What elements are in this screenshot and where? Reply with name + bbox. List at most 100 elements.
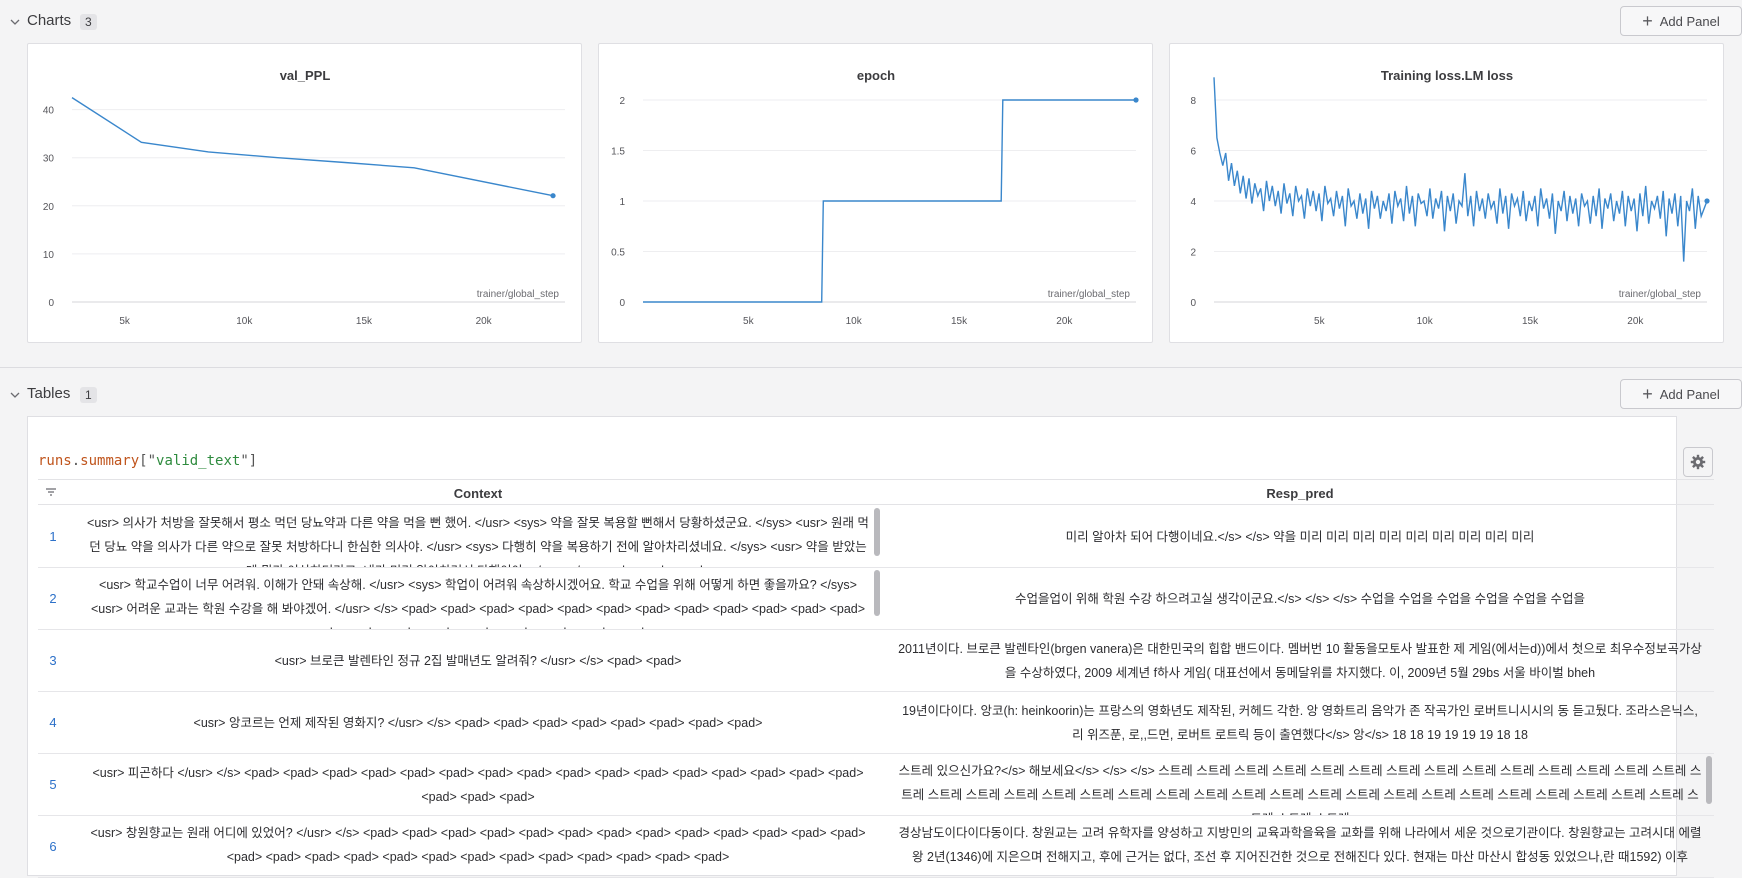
x-tick-label: 10k: [846, 316, 863, 327]
x-tick-label: 15k: [1522, 316, 1539, 327]
row-number[interactable]: 6: [38, 839, 68, 854]
table-row[interactable]: 4 <usr> 앙코르는 언제 제작된 영화지? </usr> </s> <pa…: [38, 692, 1714, 754]
query-bracket-close: "]: [240, 453, 258, 469]
x-tick-label: 20k: [1056, 316, 1073, 327]
y-tick-label: 30: [43, 154, 55, 165]
table-row[interactable]: 3 <usr> 브로큰 발렌타인 정규 2집 발매년도 알려줘? </usr> …: [38, 630, 1714, 692]
context-text: <usr> 브로큰 발렌타인 정규 2집 발매년도 알려줘? </usr> </…: [274, 653, 682, 668]
query-object: runs: [38, 453, 72, 469]
table-settings-button[interactable]: [1683, 447, 1713, 477]
y-tick-label: 0.5: [611, 248, 625, 259]
x-tick-label: 5k: [743, 316, 755, 327]
add-panel-button[interactable]: + Add Panel: [1620, 6, 1742, 36]
tables-section-header[interactable]: Tables 1 + Add Panel: [0, 374, 1742, 414]
series-end-point: [1133, 97, 1139, 103]
column-header-context[interactable]: Context: [76, 486, 880, 501]
context-cell: <usr> 앙코르는 언제 제작된 영화지? </usr> </s> <pad>…: [76, 692, 880, 753]
column-header-resp-pred[interactable]: Resp_pred: [890, 486, 1710, 501]
y-tick-label: 40: [43, 106, 55, 117]
context-text: <usr> 학교수업이 너무 어려워. 이해가 안돼 속상해. </usr> <…: [90, 578, 866, 629]
context-text: <usr> 피곤하다 </usr> </s> <pad> <pad> <pad>…: [92, 765, 864, 804]
chart-panel-val-ppl[interactable]: val_PPL 0 10 20 30 40 5k 10k 15k 20k trainer/globa…: [27, 43, 582, 343]
x-tick-label: 15k: [951, 316, 968, 327]
row-number[interactable]: 1: [38, 529, 68, 544]
add-panel-label: Add Panel: [1659, 386, 1720, 402]
x-axis-label: trainer/global_step: [477, 289, 560, 300]
query-dot: .: [71, 453, 81, 469]
resp-pred-text: 2011년이다. 브로큰 발렌타인(brgen vanera)은 대한민국의 힙…: [898, 641, 1702, 680]
resp-pred-cell: 경상남도이다이다동이다. 창원교는 고려 유학자를 양성하고 지방민의 교육과학…: [890, 816, 1710, 877]
cell-scrollbar[interactable]: [874, 570, 880, 616]
x-tick-label: 20k: [1627, 316, 1644, 327]
y-tick-label: 20: [43, 202, 55, 213]
row-number[interactable]: 4: [38, 715, 68, 730]
cell-scrollbar[interactable]: [874, 508, 880, 556]
add-panel-label: Add Panel: [1659, 13, 1720, 29]
chart-title: Training loss.LM loss: [1381, 68, 1513, 83]
table-row[interactable]: 5 <usr> 피곤하다 </usr> </s> <pad> <pad> <pa…: [38, 754, 1714, 816]
add-panel-button[interactable]: + Add Panel: [1620, 379, 1742, 409]
filter-icon[interactable]: [46, 488, 56, 496]
y-tick-label: 4: [1190, 197, 1196, 208]
resp-pred-text: 수업을업이 위해 학원 수강 하으려고실 생각이군요.</s> </s> </s…: [1014, 591, 1586, 606]
table-row[interactable]: 6 <usr> 창원향교는 원래 어디에 있었어? </usr> </s> <p…: [38, 816, 1714, 878]
table-row[interactable]: 2 <usr> 학교수업이 너무 어려워. 이해가 안돼 속상해. </usr>…: [38, 568, 1714, 630]
x-tick-label: 5k: [119, 316, 131, 327]
x-axis-label: trainer/global_step: [1048, 289, 1131, 300]
context-cell: <usr> 의사가 처방을 잘못해서 평소 먹던 당뇨약과 다른 약을 먹을 뻔…: [76, 506, 880, 567]
charts-section-header[interactable]: Charts 3 + Add Panel: [0, 1, 1742, 41]
row-number[interactable]: 3: [38, 653, 68, 668]
table-query[interactable]: runs.summary["valid_text"]: [38, 453, 257, 469]
row-number[interactable]: 5: [38, 777, 68, 792]
y-tick-label: 2: [619, 96, 625, 107]
epoch-chart: epoch 0 0.5 1 1.5 2 5k 10k 15k 20k trainer/global_…: [611, 68, 1139, 327]
y-tick-label: 0: [1190, 298, 1196, 309]
resp-pred-cell: 스트레 있으신가요?</s> 해보세요</s> </s> </s> 스트레 스트…: [890, 754, 1710, 815]
query-bracket-open: [": [139, 453, 157, 469]
resp-pred-cell: 2011년이다. 브로큰 발렌타인(brgen vanera)은 대한민국의 힙…: [890, 630, 1710, 691]
y-tick-label: 10: [43, 250, 55, 261]
val-ppl-chart: val_PPL 0 10 20 30 40 5k 10k 15k 20k trainer/globa…: [43, 68, 565, 327]
plus-icon: +: [1642, 11, 1653, 31]
chevron-down-icon[interactable]: [10, 390, 20, 400]
x-tick-label: 10k: [1417, 316, 1434, 327]
y-tick-label: 1.5: [611, 147, 625, 158]
row-number[interactable]: 2: [38, 591, 68, 606]
chart-title: val_PPL: [280, 68, 331, 83]
context-text: <usr> 앙코르는 언제 제작된 영화지? </usr> </s> <pad>…: [193, 715, 763, 730]
table-row[interactable]: 1 <usr> 의사가 처방을 잘못해서 평소 먹던 당뇨약과 다른 약을 먹을…: [38, 506, 1714, 568]
training-loss-chart: Training loss.LM loss 0 2 4 6 8 5k 10k 15k 20k tra…: [1190, 68, 1710, 327]
y-tick-label: 1: [619, 197, 625, 208]
chevron-down-icon[interactable]: [10, 17, 20, 27]
charts-section-title: Charts: [27, 12, 72, 29]
x-axis-label: trainer/global_step: [1619, 289, 1702, 300]
resp-pred-cell: 수업을업이 위해 학원 수강 하으려고실 생각이군요.</s> </s> </s…: [890, 568, 1710, 629]
chart-panel-training-loss[interactable]: Training loss.LM loss 0 2 4 6 8 5k 10k 15k 20k tra…: [1169, 43, 1724, 343]
series-end-point: [550, 193, 556, 199]
cell-scrollbar[interactable]: [1706, 756, 1712, 804]
gear-icon: [1690, 454, 1706, 470]
series-end-point: [1704, 198, 1710, 204]
context-cell: <usr> 브로큰 발렌타인 정규 2집 발매년도 알려줘? </usr> </…: [76, 630, 880, 691]
y-tick-label: 6: [1190, 147, 1196, 158]
x-tick-label: 5k: [1314, 316, 1326, 327]
context-cell: <usr> 창원향교는 원래 어디에 있었어? </usr> </s> <pad…: [76, 816, 880, 877]
y-tick-label: 2: [1190, 248, 1196, 259]
context-cell: <usr> 피곤하다 </usr> </s> <pad> <pad> <pad>…: [76, 754, 880, 815]
query-key: valid_text: [156, 453, 241, 469]
section-divider: [0, 367, 1742, 368]
chart-title: epoch: [857, 68, 895, 83]
table-panel: runs.summary["valid_text"] Context Resp_…: [27, 416, 1714, 878]
resp-pred-text: 스트레 있으신가요?</s> 해보세요</s> </s> </s> 스트레 스트…: [898, 764, 1702, 815]
resp-pred-text: 미리 알아차 되어 다행이네요.</s> </s> 약을 미리 미리 미리 미리…: [1065, 529, 1535, 544]
resp-pred-text: 경상남도이다이다동이다. 창원교는 고려 유학자를 양성하고 지방민의 교육과학…: [898, 826, 1702, 864]
chart-panel-epoch[interactable]: epoch 0 0.5 1 1.5 2 5k 10k 15k 20k trainer/global_…: [598, 43, 1153, 343]
y-tick-label: 0: [48, 298, 54, 309]
resp-pred-cell: 미리 알아차 되어 다행이네요.</s> </s> 약을 미리 미리 미리 미리…: [890, 506, 1710, 567]
x-tick-label: 20k: [476, 316, 493, 327]
query-attr: summary: [80, 453, 140, 469]
x-tick-label: 10k: [236, 316, 253, 327]
tables-section-title: Tables: [27, 385, 71, 402]
series-line: [71, 97, 554, 197]
x-tick-label: 15k: [356, 316, 373, 327]
